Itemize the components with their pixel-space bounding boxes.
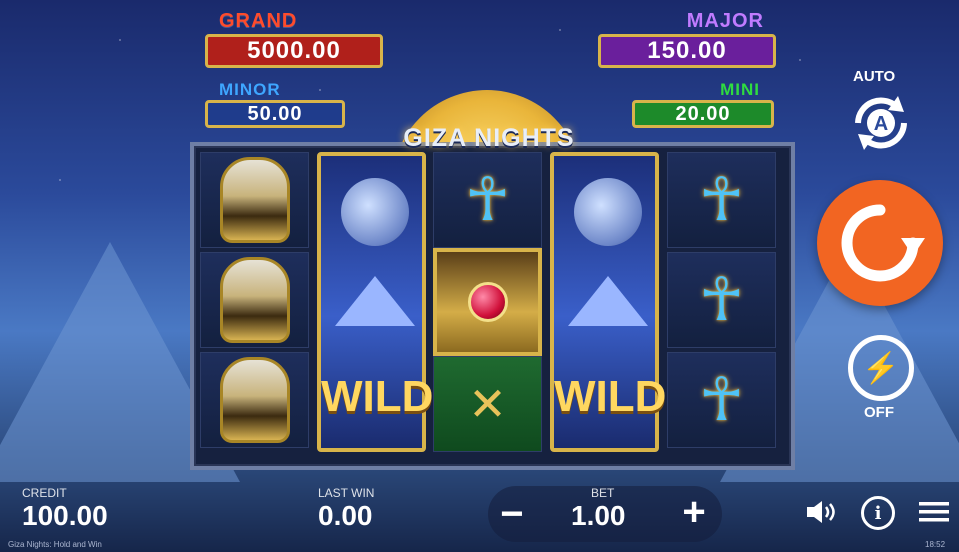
moon-icon — [341, 178, 409, 246]
moon-icon — [574, 178, 642, 246]
pyramid-icon — [568, 276, 648, 326]
jackpot-minor: MINOR 50.00 — [205, 80, 345, 130]
last-win-value: 0.00 — [318, 500, 373, 531]
plus-icon: + — [682, 489, 706, 534]
falcon-icon — [219, 357, 290, 443]
jackpot-minor-name: MINOR — [219, 80, 281, 99]
sound-button[interactable] — [803, 496, 839, 528]
falcon-icon — [219, 157, 290, 243]
footer-game-name: Giza Nights: Hold and Win — [8, 540, 102, 549]
reel-1 — [200, 152, 309, 452]
symbol-falcon — [200, 352, 309, 448]
jackpot-major-name: MAJOR — [686, 10, 764, 32]
menu-icon — [919, 502, 949, 522]
bet-label: BET — [591, 486, 615, 500]
turbo-status-label: OFF — [864, 404, 894, 421]
reel-4: WILD — [550, 152, 667, 452]
bet-decrease-button[interactable]: − — [492, 492, 532, 536]
reel-2: WILD — [317, 152, 434, 452]
jackpot-minor-value: 50.00 — [205, 100, 345, 128]
reel-5: ☥ ☥ ☥ — [667, 152, 776, 452]
turbo-button[interactable]: ⚡ — [848, 335, 914, 401]
spin-button[interactable] — [817, 180, 943, 306]
jackpot-major: MAJOR 150.00 — [598, 10, 778, 80]
jackpot-mini: MINI 20.00 — [632, 80, 774, 130]
info-button[interactable]: i — [861, 496, 895, 530]
footer-clock: 18:52 — [925, 540, 946, 549]
credit-label: CREDIT — [22, 486, 67, 500]
minus-icon: − — [500, 491, 524, 536]
symbol-falcon — [200, 152, 309, 248]
credit-value: 100.00 — [22, 500, 108, 531]
ankh-icon: ☥ — [699, 166, 744, 233]
spin-icon — [841, 204, 925, 282]
auto-label: AUTO — [853, 68, 896, 85]
ankh-icon: ☥ — [699, 266, 744, 333]
reel-3: ☥ ✕ — [433, 152, 542, 452]
wild-label: WILD — [554, 372, 667, 421]
bet-value: 1.00 — [571, 500, 626, 531]
jackpot-grand-name: GRAND — [219, 10, 298, 32]
menu-button[interactable] — [918, 498, 950, 526]
ankh-icon: ☥ — [465, 166, 510, 233]
autoplay-button[interactable]: A — [846, 88, 916, 158]
wild-label: WILD — [321, 372, 434, 421]
symbol-wild: WILD — [550, 152, 667, 452]
pyramid-icon — [335, 276, 415, 326]
crossed-spears-icon: ✕ — [468, 378, 507, 430]
symbol-crossed-spears: ✕ — [433, 356, 542, 452]
symbol-ankh: ☥ — [667, 252, 776, 348]
turbo-icon: ⚡ — [862, 351, 900, 385]
bet-increase-button[interactable]: + — [672, 490, 716, 534]
jackpot-mini-value: 20.00 — [632, 100, 774, 128]
autoplay-icon: A — [855, 96, 907, 150]
symbol-falcon — [200, 252, 309, 348]
info-icon: i — [874, 502, 882, 524]
jackpot-mini-name: MINI — [720, 80, 760, 99]
symbol-wild: WILD — [317, 152, 434, 452]
last-win-label: LAST WIN — [318, 486, 375, 500]
ruby-gem-icon — [467, 282, 508, 322]
jackpot-major-value: 150.00 — [598, 34, 776, 68]
symbol-ankh: ☥ — [667, 352, 776, 448]
symbol-ankh: ☥ — [433, 152, 542, 248]
sound-icon — [807, 501, 835, 523]
symbol-ankh: ☥ — [667, 152, 776, 248]
symbol-scarab — [433, 248, 542, 356]
jackpot-grand: GRAND 5000.00 — [205, 10, 385, 80]
autoplay-letter: A — [874, 113, 888, 135]
jackpot-grand-value: 5000.00 — [205, 34, 383, 68]
falcon-icon — [219, 257, 290, 343]
ankh-icon: ☥ — [699, 366, 744, 433]
